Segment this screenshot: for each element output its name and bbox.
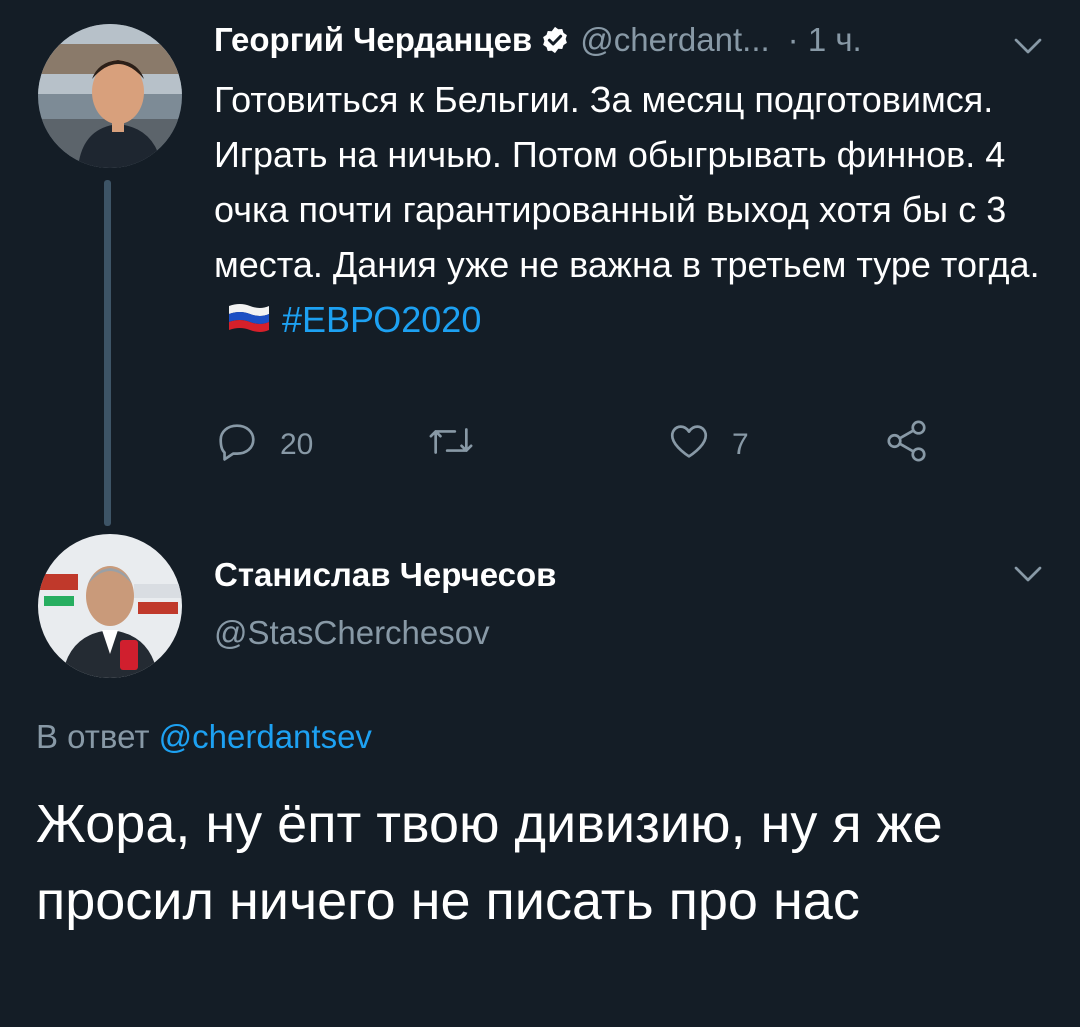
author-name[interactable]: Станислав Черчесов: [214, 556, 556, 594]
reply-context: В ответ @cherdantsev: [36, 718, 372, 756]
tweet1-text: Готовиться к Бельгии. За месяц подготови…: [214, 72, 1054, 351]
retweet-icon: [426, 418, 476, 472]
tweet1-actions: 20 7: [214, 418, 954, 468]
like-icon: [666, 418, 712, 472]
share-button[interactable]: [884, 418, 930, 472]
russia-flag-icon: [226, 296, 272, 351]
hashtag-link[interactable]: #ЕВРО2020: [282, 299, 481, 340]
tweet-text: Готовиться к Бельгии. За месяц подготови…: [214, 79, 1040, 285]
tweet-time[interactable]: · 1 ч.: [788, 21, 862, 59]
reply-mention-link[interactable]: @cherdantsev: [159, 718, 372, 755]
reply-prefix: В ответ: [36, 718, 150, 755]
share-icon: [884, 418, 930, 472]
reply-button[interactable]: 20: [214, 418, 313, 472]
thread-line: [104, 180, 111, 526]
reply-count: 20: [280, 428, 314, 461]
chevron-down-icon[interactable]: [1010, 28, 1046, 69]
author-handle[interactable]: @cherdant...: [580, 21, 769, 59]
like-button[interactable]: 7: [666, 418, 749, 472]
avatar-cherdantsev[interactable]: [38, 24, 182, 168]
verified-icon: [540, 25, 570, 55]
author-handle[interactable]: @StasCherchesov: [214, 614, 490, 652]
retweet-button[interactable]: [426, 418, 476, 472]
avatar-cherchesov[interactable]: [38, 534, 182, 678]
tweet2-text: Жора, ну ёпт твою дивизию, ну я же проси…: [36, 794, 943, 931]
chevron-down-icon[interactable]: [1010, 556, 1046, 597]
like-count: 7: [732, 428, 749, 461]
reply-icon: [214, 418, 260, 472]
author-name[interactable]: Георгий Черданцев: [214, 21, 532, 59]
tweet1-header: Георгий Черданцев @cherdant... · 1 ч.: [214, 20, 862, 60]
